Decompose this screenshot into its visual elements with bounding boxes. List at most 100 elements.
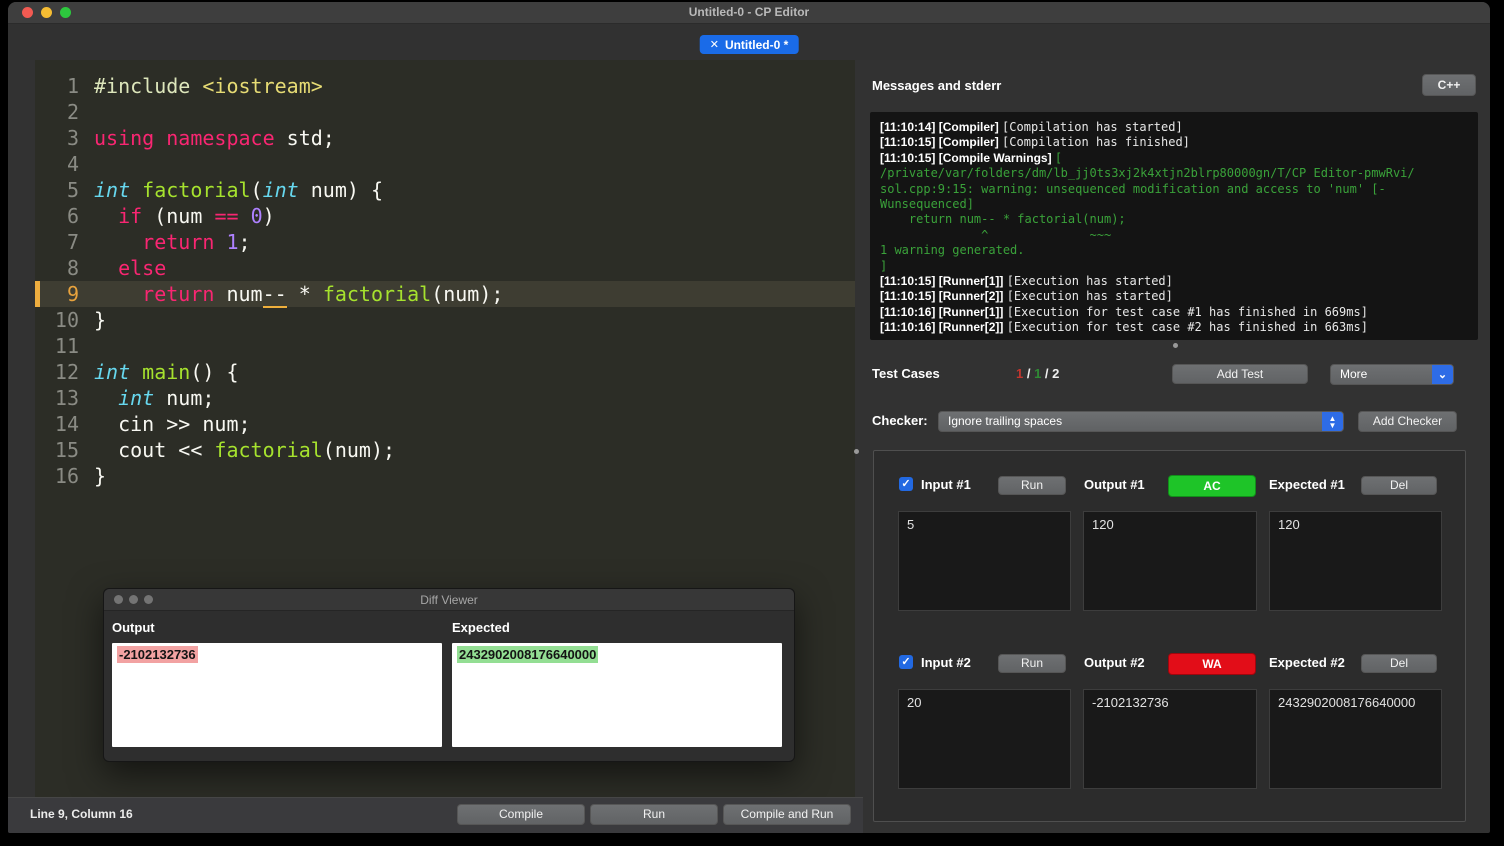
total-count: 2 (1052, 366, 1060, 381)
delete-testcase-button[interactable]: Del (1361, 654, 1437, 673)
tab-untitled-0[interactable]: ✕ Untitled-0 * (699, 35, 799, 54)
run-button[interactable]: Run (590, 804, 718, 825)
code-text: return 1; (79, 229, 251, 255)
code-line[interactable]: 1 #include <iostream> (35, 73, 855, 99)
checker-select[interactable]: Ignore trailing spaces ▲ ▼ (938, 411, 1344, 432)
console-line: [11:10:14] [Compiler] [Compilation has s… (880, 120, 1468, 135)
line-number: 5 (66, 178, 79, 202)
line-number: 10 (54, 308, 79, 332)
console-line: [11:10:15] [Runner[1]] [Execution has st… (880, 274, 1468, 289)
code-token: () { (190, 360, 239, 384)
checker-label: Checker: (872, 413, 928, 428)
code-line[interactable]: 15 cout << factorial(num); (35, 437, 855, 463)
input-label: Input #2 (921, 655, 971, 670)
code-text: else (79, 255, 166, 281)
window-title: Untitled-0 - CP Editor (688, 5, 810, 19)
code-line[interactable]: 8 else (35, 255, 855, 281)
run-testcase-button[interactable]: Run (998, 476, 1066, 495)
line-number: 14 (54, 412, 79, 436)
code-token: if (118, 204, 143, 228)
code-text: cin >> num; (79, 411, 250, 437)
code-line[interactable]: 12 int main() { (35, 359, 855, 385)
code-text: return num-- * factorial(num); (79, 281, 504, 308)
diff-expected-label: Expected (452, 620, 510, 635)
testcase-2: ✓ Input #2 Run Output #2 WA Expected #2 Del 20-… (874, 653, 1465, 823)
testcase-checkbox[interactable]: ✓ (899, 477, 913, 491)
output-textarea[interactable]: -2102132736 (1083, 689, 1257, 789)
output-label: Output #2 (1084, 655, 1145, 670)
code-line[interactable]: 7 return 1; (35, 229, 855, 255)
testcase-checkbox[interactable]: ✓ (899, 655, 913, 669)
verdict-badge[interactable]: WA (1168, 653, 1256, 675)
code-token: num) { (298, 178, 384, 202)
code-token: factorial (214, 438, 323, 462)
horizontal-splitter-handle[interactable] (1173, 343, 1178, 348)
code-line[interactable]: 16} (35, 463, 855, 489)
line-number: 3 (66, 126, 79, 150)
diff-added-text: 2432902008176640000 (457, 646, 599, 663)
compile-and-run-button[interactable]: Compile and Run (723, 804, 851, 825)
expected-textarea[interactable]: 2432902008176640000 (1269, 689, 1442, 789)
line-number: 1 (66, 74, 79, 98)
code-token: -- (262, 282, 287, 308)
checker-selected-value: Ignore trailing spaces (948, 414, 1063, 428)
vertical-splitter-handle[interactable] (854, 449, 859, 454)
code-token: } (94, 308, 107, 332)
expected-textarea[interactable]: 120 (1269, 511, 1442, 611)
code-token: ( (250, 178, 263, 202)
tab-bar: ✕ Untitled-0 * (8, 24, 1490, 60)
code-text: } (79, 307, 106, 333)
current-line-marker-icon (35, 281, 40, 307)
log-prefix: [11:10:16] [Runner[1]] (880, 304, 1007, 319)
code-token: num; (154, 386, 215, 410)
tab-close-icon[interactable]: ✕ (710, 38, 719, 51)
code-token: return (142, 282, 215, 306)
add-checker-button[interactable]: Add Checker (1358, 411, 1457, 432)
code-token: (num); (431, 282, 504, 306)
code-line[interactable]: 2 (35, 99, 855, 125)
code-line[interactable]: 10} (35, 307, 855, 333)
log-prefix: [11:10:15] [Runner[1]] (880, 274, 1007, 289)
code-token: <iostream> (202, 74, 323, 98)
code-line[interactable]: 9 return num-- * factorial(num); (35, 281, 855, 308)
messages-header: Messages and stderr (872, 78, 1002, 93)
output-textarea[interactable]: 120 (1083, 511, 1257, 611)
log-message: [Compilation has started] (1002, 120, 1183, 134)
expected-label: Expected #1 (1269, 477, 1345, 492)
run-testcase-button[interactable]: Run (998, 654, 1066, 673)
code-line[interactable]: 3 using namespace std; (35, 125, 855, 151)
output-label: Output #1 (1084, 477, 1145, 492)
compile-button[interactable]: Compile (457, 804, 585, 825)
code-token: ; (238, 230, 251, 254)
console-line: ^ ~~~ (880, 228, 1468, 243)
console-line: Wunsequenced] (880, 197, 1468, 212)
code-line[interactable]: 4 (35, 151, 855, 177)
code-line[interactable]: 5 int factorial(int num) { (35, 177, 855, 203)
add-test-button[interactable]: Add Test (1172, 364, 1308, 384)
input-textarea[interactable]: 5 (898, 511, 1071, 611)
code-token: else (118, 256, 167, 280)
diff-removed-text: -2102132736 (117, 646, 198, 663)
code-line[interactable]: 13 int num; (35, 385, 855, 411)
more-dropdown-label: More (1340, 367, 1368, 381)
language-button[interactable]: C++ (1422, 74, 1476, 96)
verdict-badge[interactable]: AC (1168, 475, 1256, 497)
testcase-scroll-area: ✓ Input #1 Run Output #1 AC Expected #1 Del 5 12… (873, 450, 1466, 822)
code-line[interactable]: 6 if (num == 0) (35, 203, 855, 229)
log-prefix: [11:10:14] [Compiler] (880, 120, 1003, 134)
code-lines: 1 #include <iostream> 2 3 using namespace st… (35, 73, 855, 489)
stepper-updown-icon: ▲ ▼ (1322, 412, 1343, 431)
more-dropdown[interactable]: More ⌄ (1330, 364, 1454, 385)
testcase-1: ✓ Input #1 Run Output #1 AC Expected #1 Del 5 12… (874, 475, 1465, 645)
code-text: } (79, 463, 106, 489)
code-token: ) (262, 204, 275, 228)
code-line[interactable]: 11 (35, 333, 855, 359)
input-textarea[interactable]: 20 (898, 689, 1071, 789)
line-number: 12 (54, 360, 79, 384)
code-line[interactable]: 14 cin >> num; (35, 411, 855, 437)
delete-testcase-button[interactable]: Del (1361, 476, 1437, 495)
warning-text: return num-- * factorial(num); (880, 212, 1126, 227)
